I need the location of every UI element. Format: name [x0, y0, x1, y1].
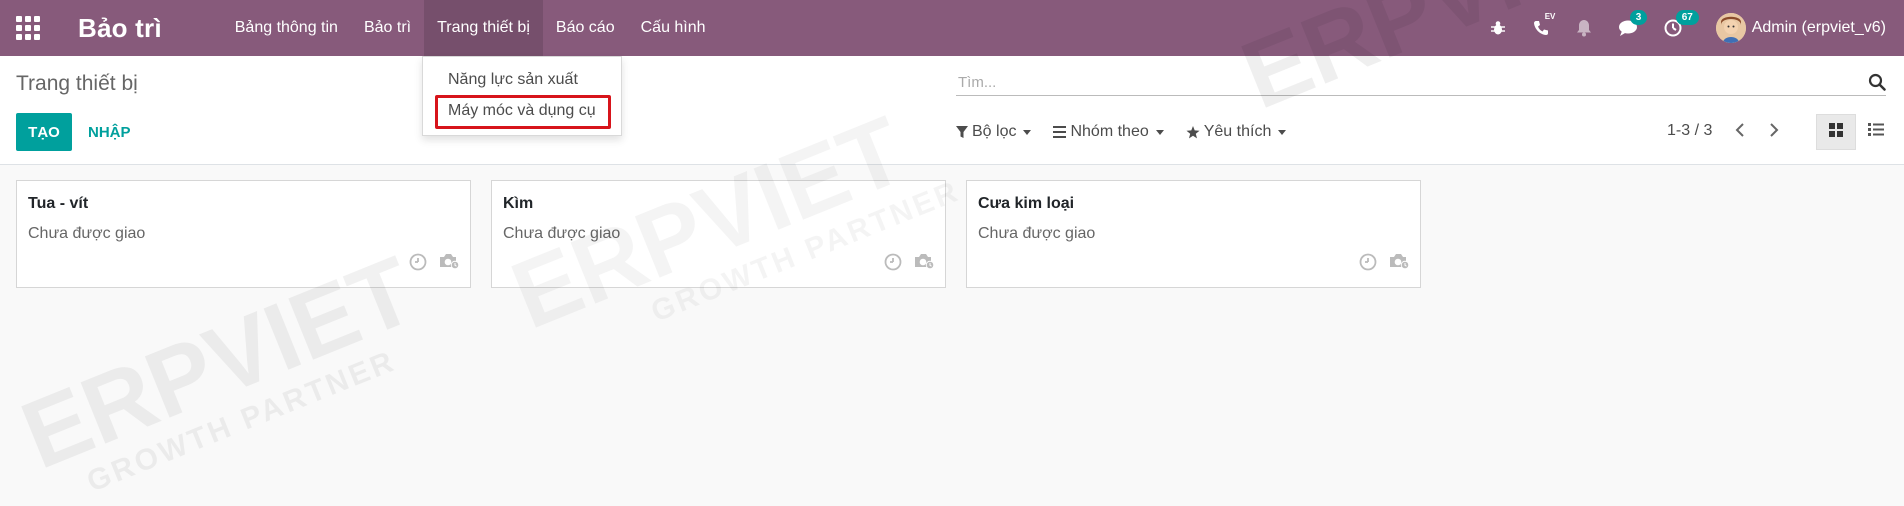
favorites-label: Yêu thích [1203, 123, 1272, 140]
th-large-icon [1829, 122, 1843, 142]
list-icon [1868, 123, 1884, 141]
caret-down-icon [1278, 129, 1287, 135]
bars-icon [1053, 126, 1067, 138]
card-title: Kìm [503, 195, 534, 212]
filters-label: Bộ lọc [972, 123, 1017, 140]
star-icon [1186, 125, 1200, 139]
group-by-label: Nhóm theo [1070, 123, 1149, 140]
menu-item-equipment[interactable]: Trang thiết bị [424, 0, 543, 56]
phone-icon[interactable]: EV [1532, 12, 1555, 37]
pager-value[interactable]: 1-3 / 3 [1667, 122, 1712, 140]
card-status: Chưa được giao [28, 225, 146, 242]
create-button[interactable]: TẠO [16, 113, 72, 151]
camera-icon[interactable] [438, 252, 460, 275]
list-view-button[interactable] [1856, 114, 1896, 150]
avatar [1715, 13, 1746, 43]
user-name: Admin (erpviet_v6) [1751, 19, 1886, 36]
caret-down-icon [1023, 129, 1032, 135]
menu-item-maintenance[interactable]: Bảo trì [351, 0, 424, 56]
kanban-card[interactable]: Cưa kim loại Chưa được giao [966, 180, 1421, 288]
menu-item-dashboard[interactable]: Bảng thông tin [222, 0, 351, 56]
watermark-tagline: GROWTH PARTNER [82, 344, 400, 498]
equipment-dropdown-menu: Năng lực sản xuất Máy móc và dụng cụ [422, 56, 622, 136]
group-by-button[interactable]: Nhóm theo [1053, 123, 1164, 141]
caret-down-icon [1155, 129, 1164, 135]
activity-clock-icon[interactable] [409, 253, 427, 276]
card-title: Tua - vít [28, 195, 89, 212]
voip-label: EV [1544, 12, 1556, 21]
control-panel: Trang thiết bị TẠO NHẬP Bộ lọc [0, 56, 1904, 165]
menu-item-configuration[interactable]: Cấu hình [628, 0, 719, 56]
dropdown-item-work-centers[interactable]: Năng lực sản xuất [448, 71, 578, 89]
search-bar [956, 70, 1886, 96]
card-title: Cưa kim loại [978, 195, 1075, 212]
apps-menu-icon[interactable] [14, 14, 42, 42]
search-options: Bộ lọc Nhóm theo Yêu thích [956, 118, 1308, 146]
highlight-box [435, 95, 611, 129]
breadcrumb: Trang thiết bị [16, 72, 138, 95]
top-navbar: Bảo trì Bảng thông tin Bảo trì Trang thi… [0, 0, 1904, 56]
camera-icon[interactable] [1388, 252, 1410, 275]
bell-icon[interactable] [1576, 19, 1592, 37]
kanban-view-button[interactable] [1816, 114, 1856, 150]
main-menu: Bảng thông tin Bảo trì Trang thiết bị Bá… [222, 0, 719, 56]
chevron-right-icon[interactable] [1768, 122, 1780, 143]
activities-count-badge: 67 [1675, 10, 1699, 25]
systray: EV 3 67 Admin (erpviet_v6) [1464, 0, 1904, 56]
card-status: Chưa được giao [978, 225, 1096, 242]
user-menu[interactable]: Admin (erpviet_v6) [1715, 13, 1886, 43]
search-input[interactable] [956, 70, 1836, 94]
chat-icon[interactable]: 3 [1618, 10, 1648, 37]
menu-item-reports[interactable]: Báo cáo [543, 0, 628, 56]
import-button[interactable]: NHẬP [88, 113, 131, 151]
clock-icon[interactable]: 67 [1664, 10, 1699, 37]
filter-icon [956, 125, 968, 139]
messages-count-badge: 3 [1629, 10, 1648, 25]
kanban-card[interactable]: Kìm Chưa được giao [491, 180, 946, 288]
card-status: Chưa được giao [503, 225, 621, 242]
app-brand[interactable]: Bảo trì [78, 13, 162, 44]
kanban-card[interactable]: Tua - vít Chưa được giao [16, 180, 471, 288]
activity-clock-icon[interactable] [1359, 253, 1377, 276]
camera-icon[interactable] [913, 252, 935, 275]
search-icon[interactable] [1868, 73, 1886, 96]
chevron-left-icon[interactable] [1734, 122, 1746, 143]
activity-clock-icon[interactable] [884, 253, 902, 276]
filters-button[interactable]: Bộ lọc [956, 123, 1032, 141]
bug-icon[interactable] [1490, 20, 1506, 36]
favorites-button[interactable]: Yêu thích [1186, 123, 1287, 141]
